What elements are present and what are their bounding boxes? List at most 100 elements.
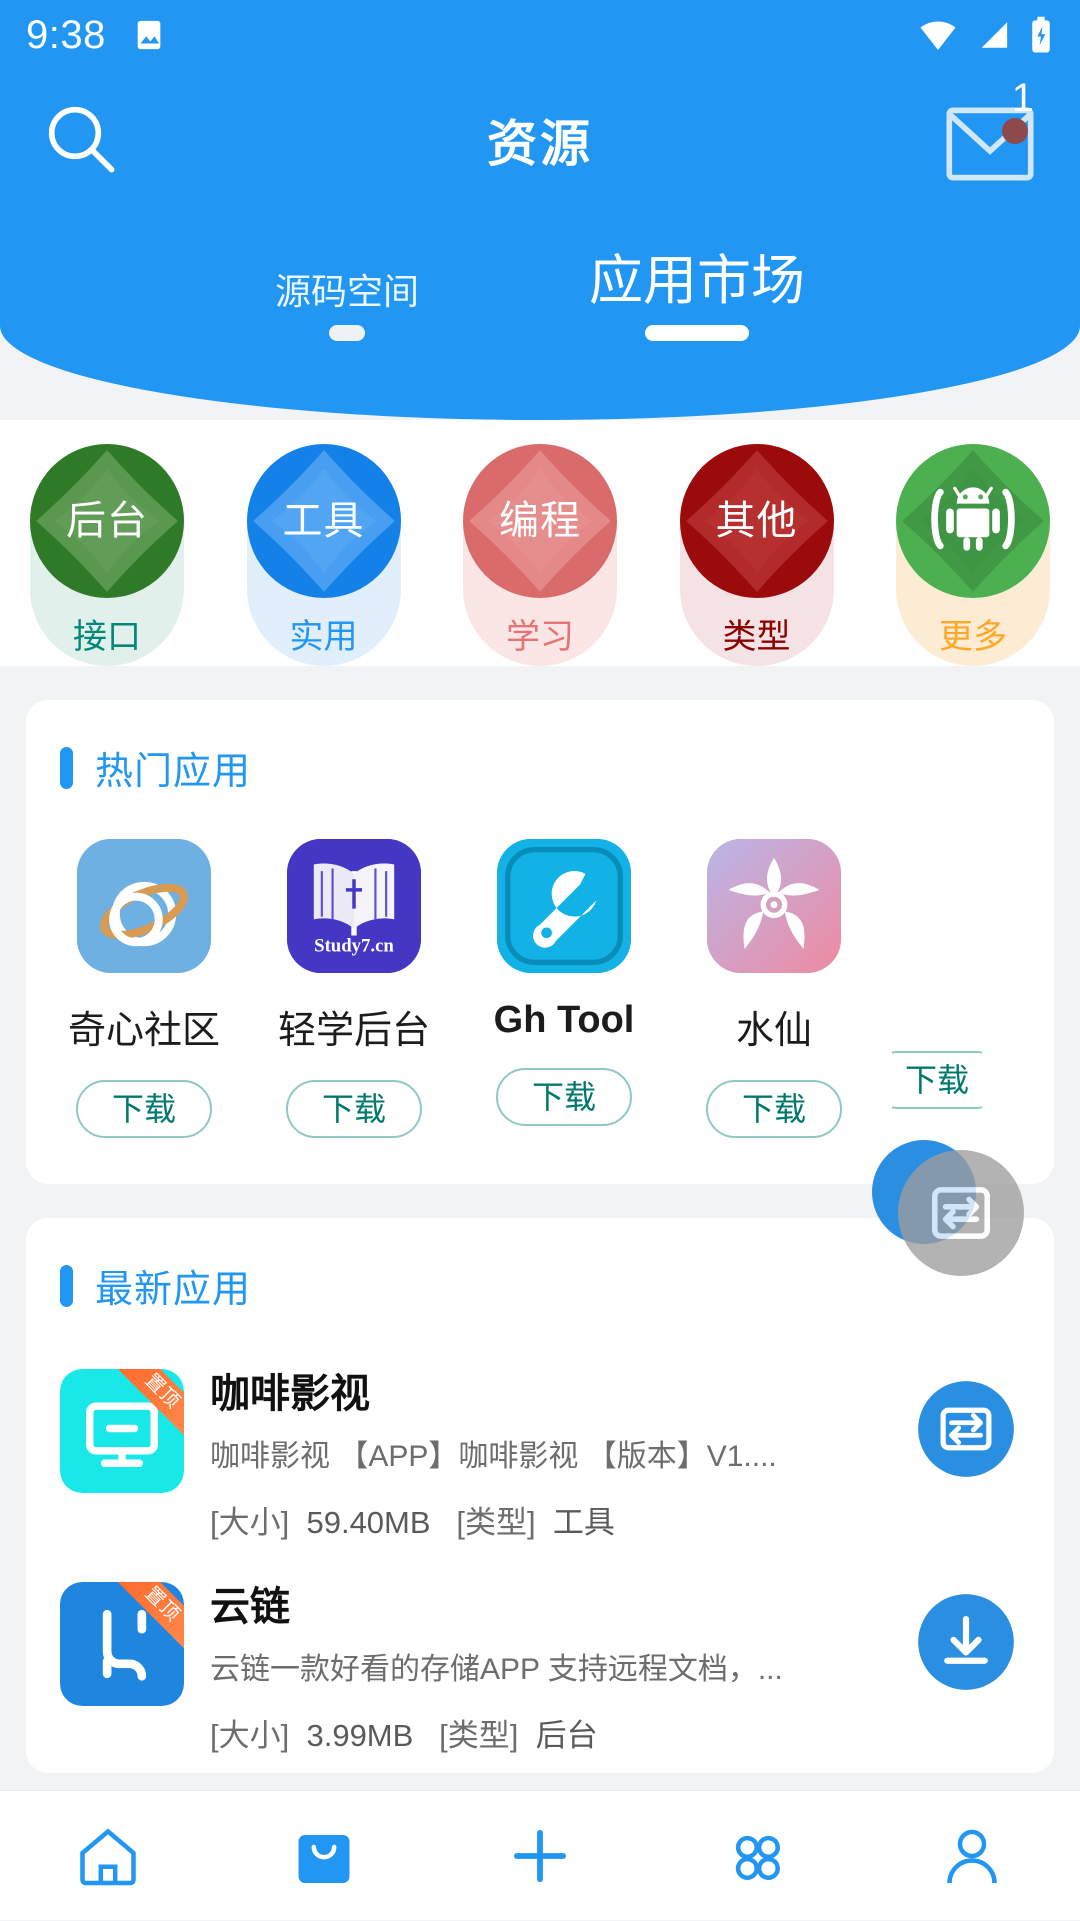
category-item-学习[interactable]: 编程 学习 (463, 444, 617, 666)
app-icon[interactable]: 置顶 (60, 1582, 184, 1706)
hot-app-item[interactable]: 下载 (892, 839, 982, 1138)
nav-store[interactable] (254, 1791, 394, 1921)
category-item-类型[interactable]: 其他 类型 (679, 444, 834, 666)
mail-icon[interactable]: 1 (944, 76, 1040, 190)
section-title: 热门应用 (95, 751, 252, 793)
latest-apps-card: 最新应用 置顶 咖啡影视 咖啡影视 【APP】咖啡影视 【版本】V1.... [大小]… (26, 1218, 1054, 1773)
hot-app-item[interactable]: Gh Tool 下载 (472, 839, 656, 1138)
flower-icon (707, 839, 841, 973)
search-icon[interactable] (40, 98, 120, 183)
section-accent-bar (60, 746, 73, 789)
type-value: 后台 (535, 1718, 598, 1753)
app-icon[interactable] (77, 839, 211, 973)
app-info: 咖啡影视咖啡影视 【APP】咖啡影视 【版本】V1.... [大小] 59.40M… (184, 1369, 914, 1542)
mail-badge: 1 (1011, 76, 1034, 120)
app-description: 云链一款好看的存储APP 支持远程文档，... (210, 1653, 783, 1686)
tab-indicator (328, 325, 365, 341)
latest-apps-list[interactable]: 置顶 咖啡影视 咖啡影视 【APP】咖啡影视 【版本】V1.... [大小] 59.4… (26, 1313, 1054, 1773)
app-info: 云链云链一款好看的存储APP 支持远程文档，... [大小] 3.99MB [类型… (184, 1582, 914, 1755)
refresh-swap-icon[interactable] (898, 1150, 1024, 1276)
category-icon: 其他 (679, 444, 834, 598)
download-arrow-icon[interactable] (914, 1590, 1018, 1694)
hot-app-item[interactable]: Study7.cn 轻学后台下载 (262, 839, 446, 1138)
nav-home[interactable] (38, 1791, 178, 1921)
category-icon (896, 444, 1050, 598)
planet-ring-icon (77, 839, 211, 973)
hot-apps-list[interactable]: 奇心社区 下载 Study7.cn 轻学后台 下载 Gh Tool 下载 水仙 下载 下载 (26, 795, 1054, 1184)
size-value: 3.99MB (306, 1718, 414, 1753)
app-action-button[interactable] (914, 1590, 1024, 1700)
tab-label: 源码空间 (274, 271, 419, 312)
nav-profile[interactable] (902, 1791, 1042, 1921)
app-icon[interactable]: Study7.cn (287, 839, 421, 973)
section-accent-bar (60, 1264, 73, 1307)
category-icon: 编程 (463, 444, 617, 598)
shopping-bag-icon (298, 1834, 350, 1883)
category-label: 学习 (506, 618, 574, 656)
category-icon-text: 工具 (282, 499, 365, 543)
tab-source-space[interactable]: 源码空间 (275, 263, 419, 341)
download-button[interactable]: 下载 (892, 1051, 982, 1109)
image-icon (132, 18, 166, 52)
app-icon[interactable]: 置顶 (60, 1369, 184, 1493)
tab-app-market[interactable]: 应用市场 (589, 236, 805, 341)
app-action-button[interactable] (914, 1377, 1024, 1487)
battery-icon (1032, 16, 1050, 53)
status-icons (918, 16, 1054, 54)
wifi-icon (920, 21, 956, 50)
section-divider (0, 666, 1080, 700)
latest-app-row[interactable]: 置顶 咖啡影视咖啡影视 【APP】咖啡影视 【版本】V1.... [大小] 59.4… (26, 1347, 1054, 1560)
nav-add[interactable] (470, 1791, 610, 1921)
download-button[interactable]: 下载 (705, 1080, 842, 1138)
app-description: 咖啡影视 【APP】咖啡影视 【版本】V1.... (210, 1440, 777, 1473)
app-icon[interactable] (497, 839, 631, 973)
status-time: 9:38 (26, 12, 106, 57)
category-item-接口[interactable]: 后台 接口 (30, 444, 184, 666)
category-icon-text: 编程 (499, 499, 581, 543)
status-bar: 9:38 (0, 0, 1080, 70)
download-button[interactable]: 下载 (495, 1068, 632, 1126)
android-robot-icon (931, 486, 1015, 551)
app-name: Gh Tool (493, 999, 635, 1041)
app-header: 资源 1 源码空间 应用市场 (0, 70, 1080, 420)
nav-grid[interactable] (686, 1791, 826, 1921)
person-icon (947, 1829, 997, 1883)
hot-app-item[interactable]: 水仙 下载 (682, 839, 866, 1138)
latest-app-row[interactable]: 置顶 云链云链一款好看的存储APP 支持远程文档，... [大小] 3.99MB [… (26, 1560, 1054, 1773)
app-meta: [大小] 59.40MB [类型] 工具 (210, 1497, 914, 1542)
category-label: 实用 (289, 618, 358, 656)
signal-icon (981, 22, 1008, 48)
category-label: 类型 (722, 618, 791, 656)
hot-app-item[interactable]: 奇心社区 下载 (52, 839, 236, 1138)
category-item-实用[interactable]: 工具 实用 (246, 444, 401, 666)
category-row[interactable]: 后台 接口 工具 实用 编程 学习 其他 类型 更多 (0, 420, 1080, 666)
type-label: [类型] (439, 1718, 519, 1753)
size-label: [大小] (210, 1505, 290, 1540)
app-name: 咖啡影视 (210, 1372, 370, 1416)
download-button[interactable]: 下载 (75, 1080, 212, 1138)
category-label: 接口 (73, 618, 141, 656)
page-title: 资源 (487, 116, 593, 172)
size-label: [大小] (210, 1718, 290, 1753)
type-label: [类型] (456, 1505, 536, 1540)
type-value: 工具 (552, 1505, 615, 1540)
download-button[interactable]: 下载 (285, 1080, 422, 1138)
app-name: 轻学后台 (277, 1010, 430, 1052)
installed-icon[interactable] (914, 1377, 1018, 1481)
app-name: 奇心社区 (67, 1010, 220, 1052)
mail-unread-dot (1002, 118, 1028, 144)
tab-label: 应用市场 (589, 251, 805, 311)
header-tabs[interactable]: 源码空间 应用市场 (0, 236, 1080, 341)
bottom-navigation[interactable] (0, 1790, 1080, 1920)
category-icon-text: 其他 (715, 499, 798, 543)
app-icon[interactable] (707, 839, 841, 973)
section-title: 最新应用 (95, 1269, 252, 1311)
plus-icon (513, 1829, 567, 1882)
size-value: 59.40MB (306, 1505, 431, 1540)
app-name: 云链 (210, 1585, 290, 1629)
category-item-更多[interactable]: 更多 (896, 444, 1050, 666)
app-meta: [大小] 3.99MB [类型] 后台 (210, 1710, 914, 1755)
category-label: 更多 (939, 618, 1007, 656)
app-name: 水仙 (735, 1010, 812, 1052)
svg-text:Study7.cn: Study7.cn (314, 936, 394, 957)
